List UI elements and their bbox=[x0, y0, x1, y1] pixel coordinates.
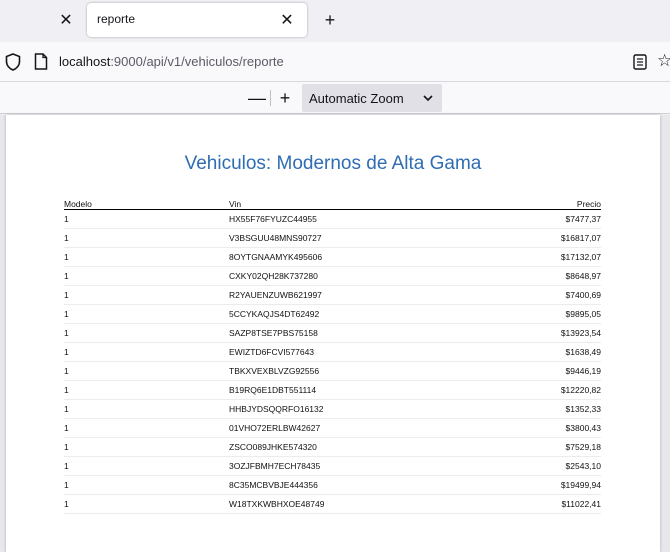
cell-vin: W18TXKWBHXOE48749 bbox=[229, 494, 459, 514]
table-row: 1 CXKY02QH28K737280 $8648,97 bbox=[64, 266, 601, 286]
cell-precio: $7529,18 bbox=[459, 437, 601, 457]
cell-modelo: 1 bbox=[64, 304, 229, 324]
column-header-vin: Vin bbox=[229, 199, 459, 210]
cell-modelo: 1 bbox=[64, 285, 229, 305]
cell-precio: $12220,82 bbox=[459, 380, 601, 400]
pdf-viewport[interactable]: Vehiculos: Modernos de Alta Gama Modelo … bbox=[0, 115, 670, 552]
cell-modelo: 1 bbox=[64, 266, 229, 286]
table-row: 1 SAZP8TSE7PBS75158 $13923,54 bbox=[64, 323, 601, 343]
cell-precio: $8648,97 bbox=[459, 266, 601, 286]
cell-vin: B19RQ6E1DBT551114 bbox=[229, 380, 459, 400]
table-row: 1 5CCYKAQJS4DT62492 $9895,05 bbox=[64, 304, 601, 324]
tab-title: reporte bbox=[97, 12, 136, 26]
cell-vin: V3BSGUU48MNS90727 bbox=[229, 228, 459, 248]
reader-view-icon[interactable] bbox=[633, 54, 647, 70]
table-row: 1 W18TXKWBHXOE48749 $11022,41 bbox=[64, 494, 601, 514]
table-row: 1 8OYTGNAAMYK495606 $17132,07 bbox=[64, 247, 601, 267]
cell-vin: 8C35MCBVBJE444356 bbox=[229, 475, 459, 495]
table-row: 1 8C35MCBVBJE444356 $19499,94 bbox=[64, 475, 601, 495]
cell-modelo: 1 bbox=[64, 456, 229, 476]
table-row: 1 B19RQ6E1DBT551114 $12220,82 bbox=[64, 380, 601, 400]
cell-precio: $7400,69 bbox=[459, 285, 601, 305]
cell-modelo: 1 bbox=[64, 209, 229, 229]
cell-modelo: 1 bbox=[64, 437, 229, 457]
table-row: 1 3OZJFBMH7ECH78435 $2543,10 bbox=[64, 456, 601, 476]
address-bar[interactable]: localhost:9000/api/v1/vehiculos/reporte bbox=[59, 54, 284, 69]
cell-precio: $7477,37 bbox=[459, 209, 601, 229]
table-row: 1 EWIZTD6FCVI577643 $1638,49 bbox=[64, 342, 601, 362]
zoom-select[interactable]: Automatic Zoom bbox=[302, 84, 442, 112]
cell-vin: 8OYTGNAAMYK495606 bbox=[229, 247, 459, 267]
cell-modelo: 1 bbox=[64, 494, 229, 514]
bookmark-star-icon[interactable]: ☆ bbox=[657, 52, 670, 69]
table-row: 1 V3BSGUU48MNS90727 $16817,07 bbox=[64, 228, 601, 248]
table-row: 1 01VHO72ERLBW42627 $3800,43 bbox=[64, 418, 601, 438]
cell-vin: TBKXVEXBLVZG92556 bbox=[229, 361, 459, 381]
cell-precio: $9446,19 bbox=[459, 361, 601, 381]
tab-reporte[interactable]: reporte ✕ bbox=[87, 3, 307, 37]
cell-precio: $11022,41 bbox=[459, 494, 601, 514]
zoom-divider bbox=[270, 90, 271, 106]
report-table: Modelo Vin Precio 1 HX55F76FYUZC44955 $747… bbox=[64, 199, 601, 514]
cell-modelo: 1 bbox=[64, 399, 229, 419]
tracking-protection-shield-icon[interactable] bbox=[5, 53, 21, 71]
cell-vin: 01VHO72ERLBW42627 bbox=[229, 418, 459, 438]
cell-vin: HHBJYDSQQRFO16132 bbox=[229, 399, 459, 419]
cell-precio: $13923,54 bbox=[459, 323, 601, 343]
table-header-row: Modelo Vin Precio bbox=[64, 199, 601, 210]
cell-vin: ZSCO089JHKE574320 bbox=[229, 437, 459, 457]
pdf-page: Vehiculos: Modernos de Alta Gama Modelo … bbox=[6, 115, 660, 552]
cell-vin: EWIZTD6FCVI577643 bbox=[229, 342, 459, 362]
cell-modelo: 1 bbox=[64, 342, 229, 362]
table-row: 1 R2YAUENZUWB621997 $7400,69 bbox=[64, 285, 601, 305]
cell-vin: 3OZJFBMH7ECH78435 bbox=[229, 456, 459, 476]
table-row: 1 TBKXVEXBLVZG92556 $9446,19 bbox=[64, 361, 601, 381]
page-info-icon[interactable] bbox=[34, 53, 48, 70]
zoom-select-value: Automatic Zoom bbox=[309, 91, 404, 106]
pdf-toolbar: — + Automatic Zoom bbox=[0, 82, 670, 114]
report-title: Vehiculos: Modernos de Alta Gama bbox=[184, 153, 482, 174]
tab-strip: ✕ reporte ✕ + bbox=[0, 0, 670, 42]
zoom-out-button[interactable]: — bbox=[246, 86, 268, 110]
cell-precio: $19499,94 bbox=[459, 475, 601, 495]
cell-precio: $16817,07 bbox=[459, 228, 601, 248]
cell-precio: $3800,43 bbox=[459, 418, 601, 438]
cell-vin: 5CCYKAQJS4DT62492 bbox=[229, 304, 459, 324]
cell-precio: $1352,33 bbox=[459, 399, 601, 419]
cell-precio: $9895,05 bbox=[459, 304, 601, 324]
previous-tab-close-icon[interactable]: ✕ bbox=[52, 8, 80, 32]
cell-vin: R2YAUENZUWB621997 bbox=[229, 285, 459, 305]
cell-modelo: 1 bbox=[64, 323, 229, 343]
chevron-down-icon bbox=[423, 95, 433, 102]
cell-modelo: 1 bbox=[64, 418, 229, 438]
table-row: 1 ZSCO089JHKE574320 $7529,18 bbox=[64, 437, 601, 457]
cell-modelo: 1 bbox=[64, 380, 229, 400]
cell-modelo: 1 bbox=[64, 228, 229, 248]
new-tab-plus-icon[interactable]: + bbox=[316, 8, 344, 32]
cell-vin: CXKY02QH28K737280 bbox=[229, 266, 459, 286]
cell-modelo: 1 bbox=[64, 247, 229, 267]
table-row: 1 HHBJYDSQQRFO16132 $1352,33 bbox=[64, 399, 601, 419]
cell-modelo: 1 bbox=[64, 361, 229, 381]
table-body: 1 HX55F76FYUZC44955 $7477,37 1 V3BSGUU48MNS9… bbox=[64, 209, 601, 514]
column-header-modelo: Modelo bbox=[64, 199, 229, 210]
cell-vin: HX55F76FYUZC44955 bbox=[229, 209, 459, 229]
tab-close-icon[interactable]: ✕ bbox=[275, 8, 299, 32]
cell-precio: $2543,10 bbox=[459, 456, 601, 476]
column-header-precio: Precio bbox=[459, 199, 601, 210]
cell-precio: $17132,07 bbox=[459, 247, 601, 267]
cell-precio: $1638,49 bbox=[459, 342, 601, 362]
navigation-bar: localhost:9000/api/v1/vehiculos/reporte … bbox=[0, 42, 670, 82]
zoom-in-button[interactable]: + bbox=[274, 86, 296, 110]
table-row: 1 HX55F76FYUZC44955 $7477,37 bbox=[64, 209, 601, 229]
url-path: :9000/api/v1/vehiculos/reporte bbox=[110, 54, 284, 69]
cell-modelo: 1 bbox=[64, 475, 229, 495]
url-host: localhost bbox=[59, 54, 111, 69]
cell-vin: SAZP8TSE7PBS75158 bbox=[229, 323, 459, 343]
